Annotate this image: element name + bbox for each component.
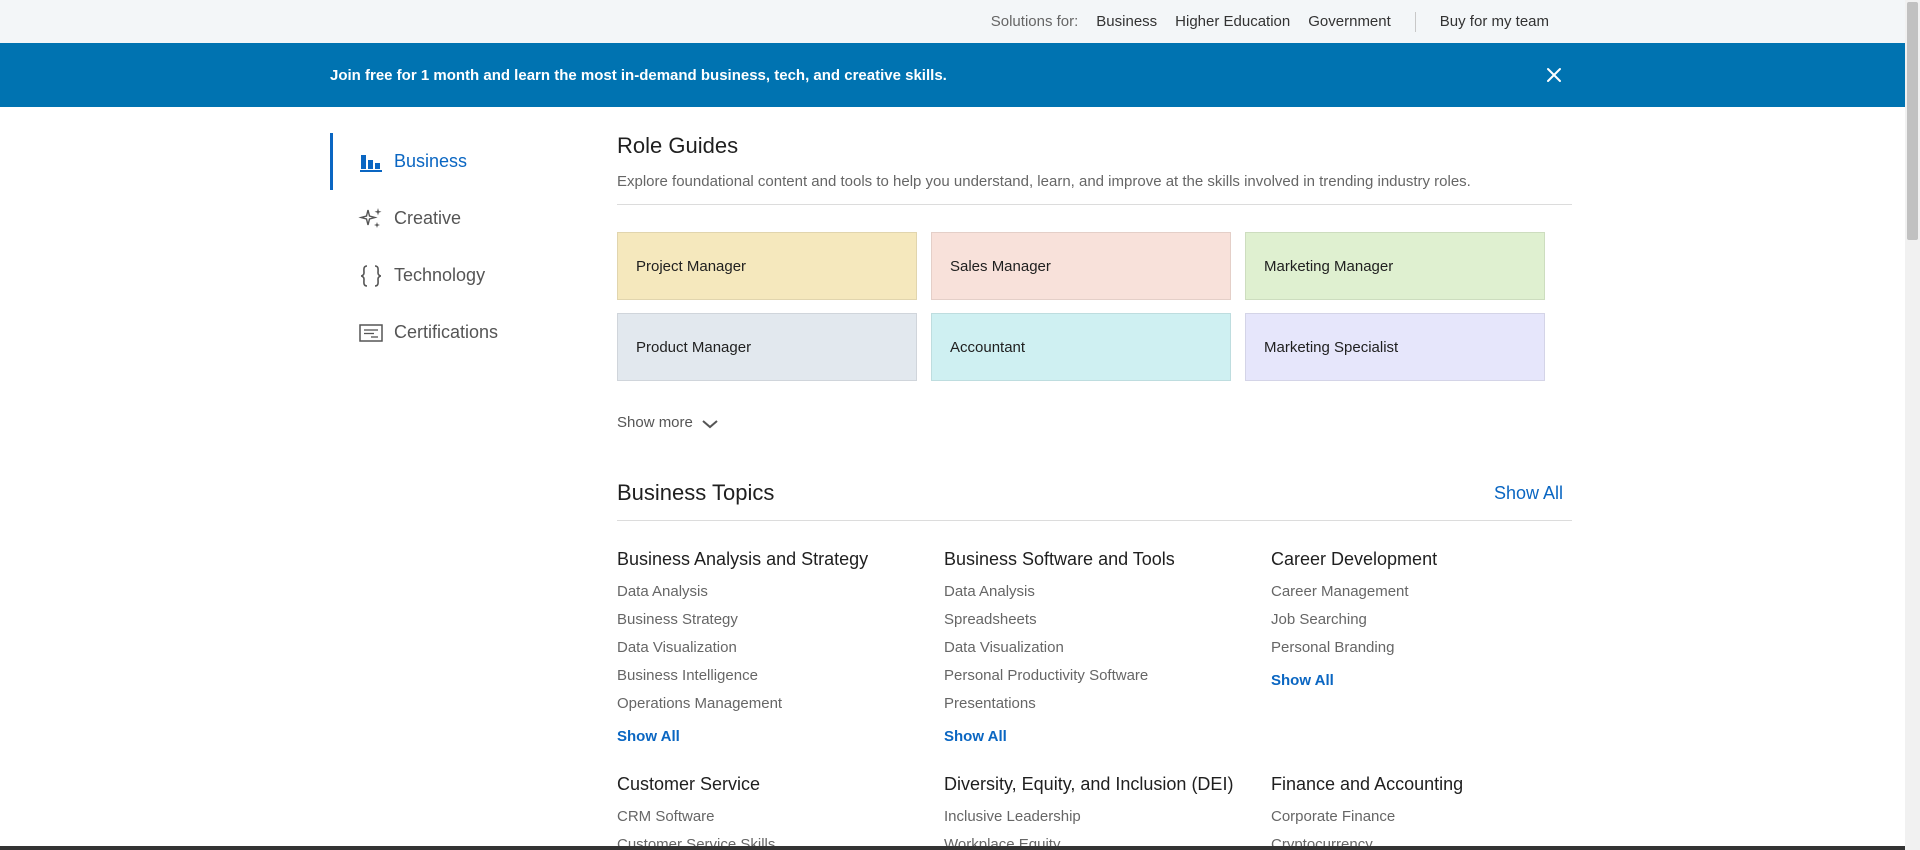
promo-banner: Join free for 1 month and learn the most…	[0, 43, 1905, 107]
banner-text: Join free for 1 month and learn the most…	[330, 66, 947, 84]
business-topics-title: Business Topics	[617, 480, 775, 505]
role-card-product-manager[interactable]: Product Manager	[617, 313, 917, 381]
topic-link[interactable]: Data Analysis	[944, 578, 1271, 606]
topic-title[interactable]: Career Development	[1271, 549, 1572, 570]
business-topics-grid: Business Analysis and Strategy Data Analy…	[617, 549, 1572, 850]
nav-label: Technology	[394, 265, 486, 285]
topic-show-all[interactable]: Show All	[944, 728, 1007, 745]
solutions-link-business[interactable]: Business	[1096, 13, 1157, 30]
role-card-accountant[interactable]: Accountant	[931, 313, 1231, 381]
topic-column: Career Development Career Management Job S…	[1271, 549, 1572, 746]
window-bottom-edge	[0, 846, 1905, 850]
role-guides-description: Explore foundational content and tools t…	[617, 173, 1471, 190]
solutions-label: Solutions for:	[990, 13, 1079, 30]
buy-for-team-link[interactable]: Buy for my team	[1440, 13, 1549, 30]
category-nav: Business Creative Technology Certificati…	[330, 133, 550, 361]
business-topics-show-all[interactable]: Show All	[1494, 483, 1563, 504]
chevron-down-icon	[701, 417, 719, 429]
nav-label: Certifications	[394, 322, 499, 342]
topic-column: Business Software and Tools Data Analysis…	[944, 549, 1271, 746]
topic-link[interactable]: Corporate Finance	[1271, 803, 1572, 831]
topic-title[interactable]: Customer Service	[617, 774, 944, 795]
bar-chart-icon	[358, 149, 384, 175]
topic-column: Business Analysis and Strategy Data Analy…	[617, 549, 944, 746]
topic-link[interactable]: Spreadsheets	[944, 606, 1271, 634]
topic-link[interactable]: Inclusive Leadership	[944, 803, 1271, 831]
topic-link[interactable]: CRM Software	[617, 803, 944, 831]
scrollbar[interactable]	[1905, 0, 1920, 850]
topic-link[interactable]: Presentations	[944, 690, 1271, 718]
topic-link[interactable]: Operations Management	[617, 690, 944, 718]
topic-column: Customer Service CRM Software Customer Ser…	[617, 774, 944, 850]
show-more-button[interactable]: Show more	[617, 414, 719, 431]
role-card-marketing-manager[interactable]: Marketing Manager	[1245, 232, 1545, 300]
nav-item-certifications[interactable]: Certifications	[330, 304, 550, 361]
topic-title[interactable]: Business Software and Tools	[944, 549, 1271, 570]
close-icon[interactable]	[1542, 63, 1566, 87]
topic-title[interactable]: Finance and Accounting	[1271, 774, 1572, 795]
topic-show-all[interactable]: Show All	[617, 728, 680, 745]
solutions-link-government[interactable]: Government	[1308, 13, 1391, 30]
nav-item-business[interactable]: Business	[330, 133, 550, 190]
topic-title[interactable]: Diversity, Equity, and Inclusion (DEI)	[944, 774, 1271, 795]
topic-show-all[interactable]: Show All	[1271, 672, 1334, 689]
braces-icon	[358, 263, 384, 289]
role-guides-grid: Project Manager Sales Manager Marketing …	[617, 232, 1572, 381]
topic-link[interactable]: Business Intelligence	[617, 662, 944, 690]
sparkle-icon	[358, 206, 384, 232]
certificate-icon	[358, 320, 384, 346]
show-more-label: Show more	[617, 414, 693, 431]
topbar-divider	[1414, 11, 1416, 32]
section-divider	[617, 520, 1572, 521]
topic-link[interactable]: Personal Productivity Software	[944, 662, 1271, 690]
solutions-bar: Solutions for: Business Higher Education…	[0, 0, 1905, 43]
topic-link[interactable]: Career Management	[1271, 578, 1572, 606]
topic-title[interactable]: Business Analysis and Strategy	[617, 549, 944, 570]
topic-link[interactable]: Data Analysis	[617, 578, 944, 606]
topic-link[interactable]: Business Strategy	[617, 606, 944, 634]
topic-column: Diversity, Equity, and Inclusion (DEI) In…	[944, 774, 1271, 850]
nav-item-technology[interactable]: Technology	[330, 247, 550, 304]
scrollbar-thumb[interactable]	[1907, 2, 1918, 240]
topic-link[interactable]: Personal Branding	[1271, 634, 1572, 662]
nav-label: Business	[394, 151, 468, 171]
page: Solutions for: Business Higher Education…	[0, 0, 1920, 850]
topic-link[interactable]: Data Visualization	[617, 634, 944, 662]
section-divider	[617, 204, 1572, 205]
role-card-project-manager[interactable]: Project Manager	[617, 232, 917, 300]
nav-item-creative[interactable]: Creative	[330, 190, 550, 247]
main-content: Role Guides Explore foundational content…	[617, 133, 1572, 850]
topic-column: Finance and Accounting Corporate Finance C…	[1271, 774, 1572, 850]
business-topics-header: Business Topics Show All	[617, 480, 1572, 506]
role-card-sales-manager[interactable]: Sales Manager	[931, 232, 1231, 300]
nav-label: Creative	[394, 208, 462, 228]
role-guides-title: Role Guides	[617, 133, 739, 158]
role-card-marketing-specialist[interactable]: Marketing Specialist	[1245, 313, 1545, 381]
topic-link[interactable]: Data Visualization	[944, 634, 1271, 662]
solutions-link-higher-education[interactable]: Higher Education	[1175, 13, 1290, 30]
topic-link[interactable]: Job Searching	[1271, 606, 1572, 634]
